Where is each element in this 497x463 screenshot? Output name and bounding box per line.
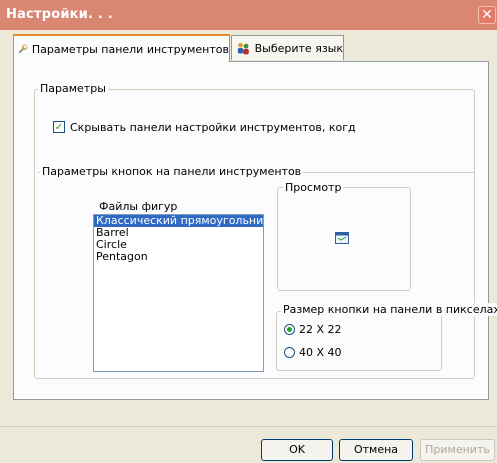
size-group [276,311,442,371]
tab-language-label: Выберите язык [254,41,343,55]
close-button[interactable]: ✕ [478,6,496,24]
size-40-radio[interactable] [284,347,295,358]
wrench-icon [18,44,28,54]
people-icon [237,42,249,55]
shapes-label: Файлы фигур [99,200,178,213]
tab-toolbar-settings[interactable]: Параметры панели инструментов [13,34,230,62]
params-group-legend: Параметры [38,82,108,95]
size-22-radio[interactable] [284,324,295,335]
ok-button[interactable]: OK [261,439,333,461]
hide-toolbars-label[interactable]: Скрывать панели настройки инструментов, … [70,121,356,134]
tab-language[interactable]: Выберите язык [231,35,344,60]
apply-button[interactable]: Применить [420,439,495,461]
bottom-separator [0,426,497,427]
title-bar[interactable]: Настройки. . . ✕ [0,0,497,30]
close-icon: ✕ [481,7,493,23]
check-icon: ✓ [54,122,64,133]
preview-legend: Просмотр [283,181,344,194]
size-40-label[interactable]: 40 X 40 [299,346,342,359]
preview-button-icon [335,232,349,244]
tab-toolbar-settings-label: Параметры панели инструментов [31,42,229,56]
size-legend: Размер кнопки на панели в пикселах [281,303,497,316]
list-item[interactable]: Pentagon [94,251,263,263]
cancel-button[interactable]: Отмена [339,439,413,461]
shapes-listbox[interactable]: Классический прямоугольник Barrel Circle… [93,214,270,372]
window-title: Настройки. . . [6,7,113,22]
settings-window: Настройки. . . ✕ Параметры панели инстру… [0,0,497,463]
button-params-legend: Параметры кнопок на панели инструментов [40,165,304,178]
hide-toolbars-checkbox[interactable]: ✓ [53,121,65,133]
size-22-label[interactable]: 22 X 22 [299,323,342,336]
radio-dot [287,327,292,332]
